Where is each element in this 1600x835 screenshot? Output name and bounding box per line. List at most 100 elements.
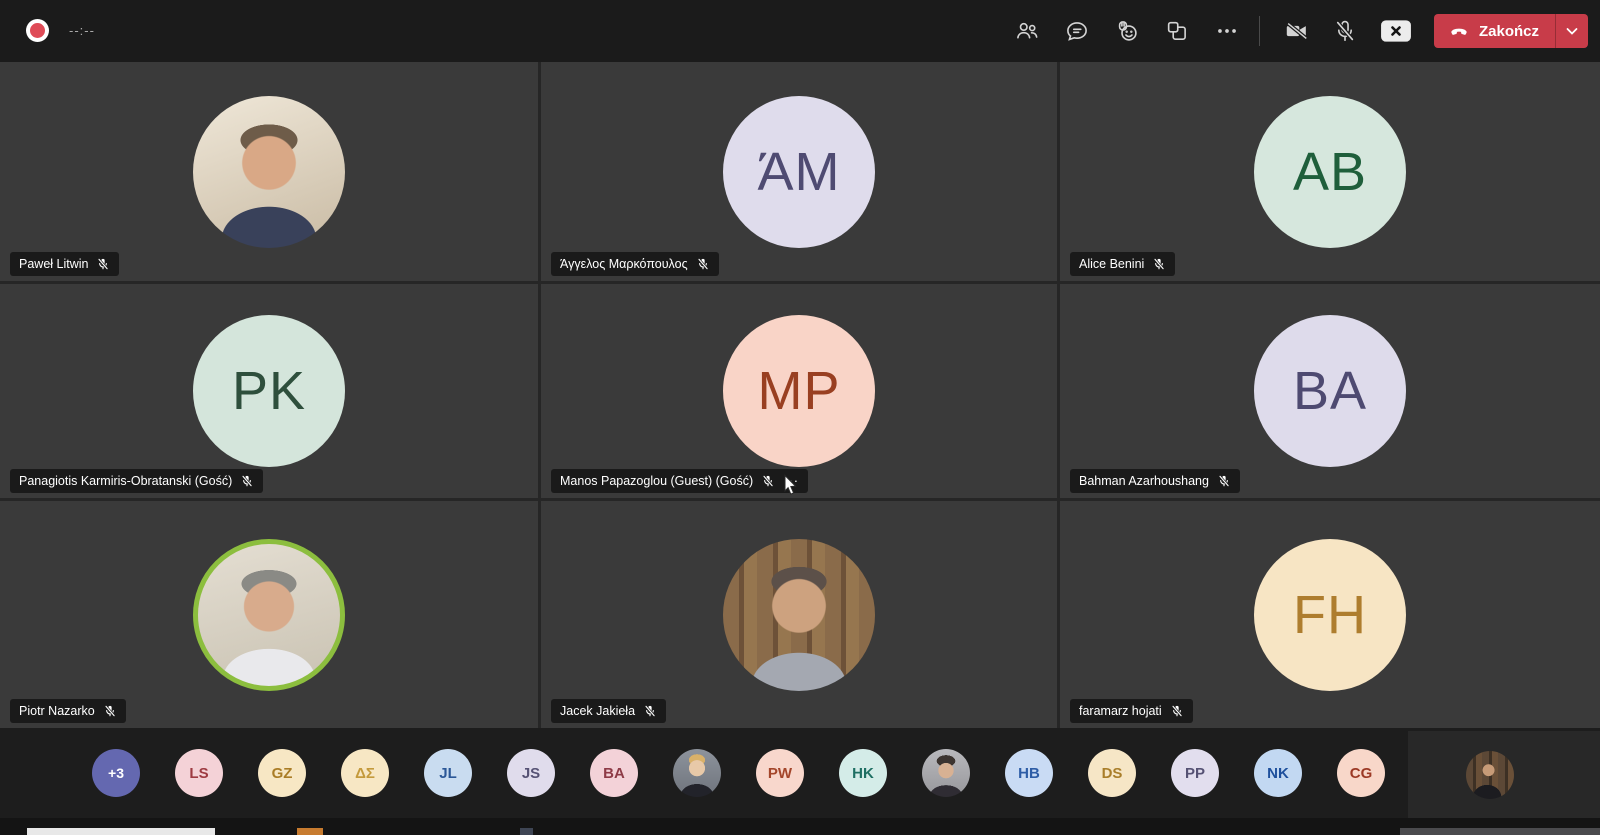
- participant-photo-speaking: [193, 539, 345, 691]
- filmstrip-avatar[interactable]: HK: [839, 749, 887, 797]
- participants-button[interactable]: [1014, 18, 1040, 44]
- participant-photo: [193, 96, 345, 248]
- mic-off-icon: [761, 474, 775, 488]
- camera-off-icon: [1284, 18, 1310, 44]
- filmstrip-avatar[interactable]: PW: [756, 749, 804, 797]
- filmstrip-photo-avatar[interactable]: [922, 749, 970, 797]
- taskbar-fragment: [297, 828, 323, 835]
- avatar-initials: PW: [768, 765, 792, 782]
- self-view-panel: [1408, 731, 1600, 818]
- participant-avatar: ΆΜ: [723, 96, 875, 248]
- avatar-initials: CG: [1350, 765, 1373, 782]
- participant-name: faramarz hojati: [1079, 704, 1162, 718]
- breakout-rooms-button[interactable]: [1164, 18, 1190, 44]
- participant-avatar: MP: [723, 315, 875, 467]
- participant-name: Piotr Nazarko: [19, 704, 95, 718]
- chat-button[interactable]: [1064, 18, 1090, 44]
- reactions-button[interactable]: [1114, 18, 1140, 44]
- mouse-cursor: [783, 474, 800, 498]
- participant-tile: FH faramarz hojati: [1060, 501, 1600, 728]
- participant-name-label: Alice Benini: [1070, 252, 1175, 276]
- participant-tile: BA Bahman Azarhoushang: [1060, 284, 1600, 498]
- filmstrip-avatar[interactable]: NK: [1254, 749, 1302, 797]
- mic-off-icon: [1170, 704, 1184, 718]
- mic-off-icon: [643, 704, 657, 718]
- mic-off-button[interactable]: [1332, 18, 1358, 44]
- reactions-icon: [1114, 18, 1140, 44]
- participant-name-label: Manos Papazoglou (Guest) (Gość) ···: [551, 469, 808, 493]
- filmstrip-photo-avatar[interactable]: [673, 749, 721, 797]
- avatar-initials: GZ: [272, 765, 293, 782]
- participant-tile: ΆΜ Άγγελος Μαρκόπουλος: [541, 62, 1057, 281]
- recording-indicator-icon: [26, 19, 49, 42]
- participant-avatar: PK: [193, 315, 345, 467]
- participant-tile: Paweł Litwin: [0, 62, 538, 281]
- filmstrip-avatar[interactable]: ΔΣ: [341, 749, 389, 797]
- mic-off-icon: [696, 257, 710, 271]
- filmstrip-avatar[interactable]: BA: [590, 749, 638, 797]
- mic-off-icon: [103, 704, 117, 718]
- filmstrip-avatar[interactable]: CG: [1337, 749, 1385, 797]
- participant-avatar: AB: [1254, 96, 1406, 248]
- participant-tile: Piotr Nazarko: [0, 501, 538, 728]
- participant-name: Panagiotis Karmiris-Obratanski (Gość): [19, 474, 232, 488]
- overflow-count-badge[interactable]: +3: [92, 749, 140, 797]
- participant-name: Άγγελος Μαρκόπουλος: [560, 257, 688, 271]
- recording-area: --:--: [26, 19, 95, 42]
- filmstrip-avatar[interactable]: LS: [175, 749, 223, 797]
- participant-name-label: Jacek Jakieła: [551, 699, 666, 723]
- self-view-avatar[interactable]: [1466, 751, 1514, 799]
- participant-name-label: Άγγελος Μαρκόπουλος: [551, 252, 719, 276]
- participant-name-label: Paweł Litwin: [10, 252, 119, 276]
- participants-filmstrip: +3 LS GZ ΔΣ JL JS BA PW HK HB DS PP NK C…: [0, 728, 1600, 818]
- avatar-initials: BA: [1293, 360, 1367, 422]
- avatar-initials: JS: [522, 765, 540, 782]
- avatar-initials: ΆΜ: [757, 141, 840, 203]
- participant-name-label: Piotr Nazarko: [10, 699, 126, 723]
- breakout-rooms-icon: [1164, 18, 1190, 44]
- participant-avatar: BA: [1254, 315, 1406, 467]
- participant-name: Jacek Jakieła: [560, 704, 635, 718]
- filmstrip-avatar[interactable]: DS: [1088, 749, 1136, 797]
- leave-button-label: Zakończ: [1479, 23, 1539, 40]
- more-options-button[interactable]: [1214, 18, 1240, 44]
- taskbar-fragment: [520, 828, 533, 835]
- avatar-initials: PK: [232, 360, 306, 422]
- participant-name-label: Bahman Azarhoushang: [1070, 469, 1240, 493]
- participant-tile: AB Alice Benini: [1060, 62, 1600, 281]
- filmstrip-avatar[interactable]: GZ: [258, 749, 306, 797]
- camera-off-button[interactable]: [1284, 18, 1310, 44]
- avatar-initials: FH: [1293, 584, 1367, 646]
- taskbar-fragment: [1400, 828, 1600, 835]
- mic-off-icon: [1217, 474, 1231, 488]
- leave-options-button[interactable]: [1555, 14, 1588, 48]
- mic-off-icon: [1152, 257, 1166, 271]
- participant-tile: MP Manos Papazoglou (Guest) (Gość) ···: [541, 284, 1057, 498]
- stop-sharing-icon: [1380, 19, 1412, 43]
- stop-sharing-button[interactable]: [1380, 18, 1412, 44]
- filmstrip-avatar[interactable]: PP: [1171, 749, 1219, 797]
- avatar-initials: BA: [603, 765, 625, 782]
- participant-avatar: FH: [1254, 539, 1406, 691]
- avatar-initials: AB: [1293, 141, 1367, 203]
- overflow-count: +3: [108, 765, 124, 781]
- video-grid: Paweł Litwin ΆΜ Άγγελος Μαρκόπουλος: [0, 62, 1600, 728]
- participant-name: Alice Benini: [1079, 257, 1144, 271]
- toolbar-device-group: Zakończ: [1257, 0, 1588, 62]
- leave-button[interactable]: Zakończ: [1434, 14, 1588, 48]
- avatar-initials: PP: [1185, 765, 1205, 782]
- more-options-icon: [1214, 18, 1240, 44]
- participants-icon: [1014, 18, 1040, 44]
- participant-name: Bahman Azarhoushang: [1079, 474, 1209, 488]
- mic-off-icon: [96, 257, 110, 271]
- screen-bottom-edge: [0, 818, 1600, 835]
- filmstrip-avatar[interactable]: JL: [424, 749, 472, 797]
- participant-name: Paweł Litwin: [19, 257, 88, 271]
- participant-name: Manos Papazoglou (Guest) (Gość): [560, 474, 753, 488]
- mic-off-icon: [1332, 18, 1358, 44]
- avatar-initials: DS: [1102, 765, 1123, 782]
- filmstrip-avatar[interactable]: HB: [1005, 749, 1053, 797]
- participant-tile: PK Panagiotis Karmiris-Obratanski (Gość): [0, 284, 538, 498]
- participant-name-label: faramarz hojati: [1070, 699, 1193, 723]
- filmstrip-avatar[interactable]: JS: [507, 749, 555, 797]
